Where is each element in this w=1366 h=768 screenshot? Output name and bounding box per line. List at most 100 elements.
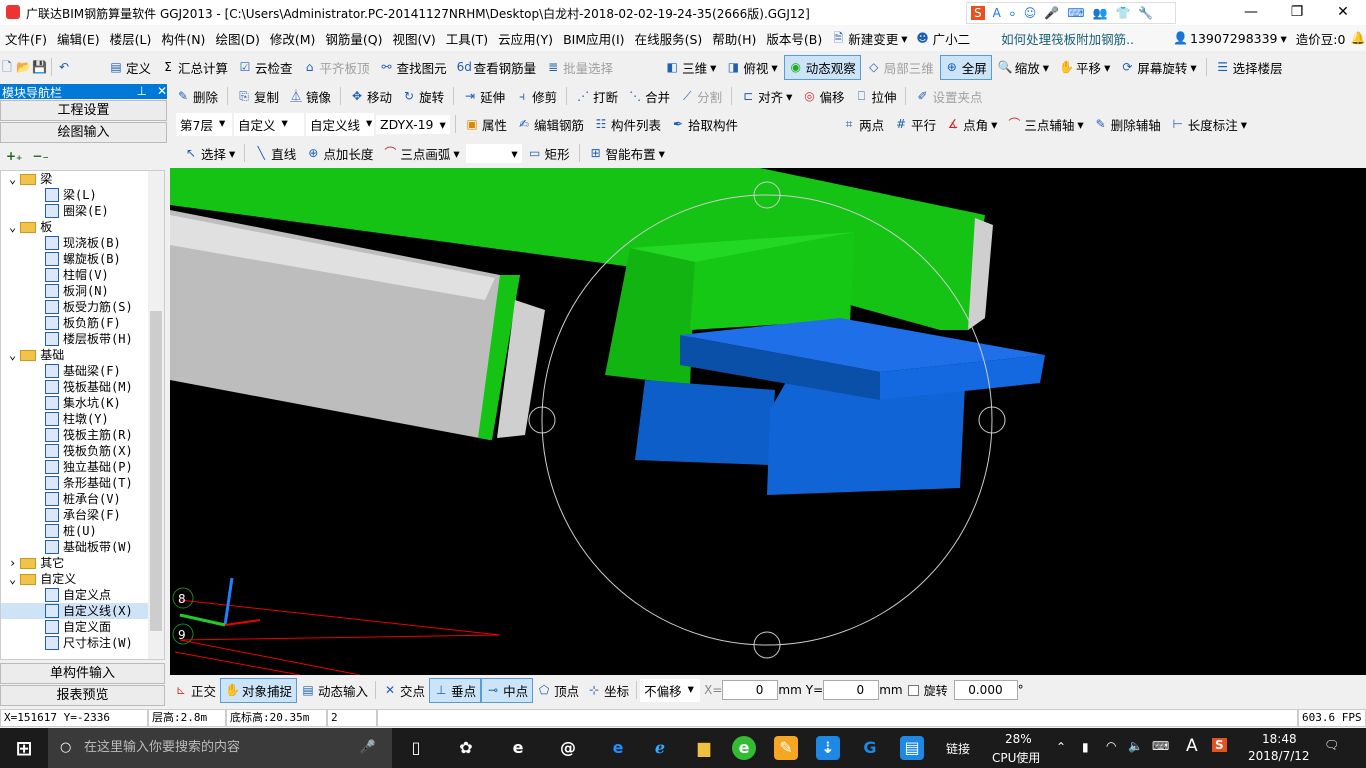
arc-option-select[interactable]: ▾ (465, 143, 522, 163)
tree-group[interactable]: ⌄ 自定义 (1, 571, 164, 587)
delete-axis-button[interactable]: ✎ 删除辅轴 (1090, 113, 1165, 136)
clock-time[interactable]: 18:48 (1262, 732, 1297, 746)
set-grip-button[interactable]: ✐ 设置夹点 (911, 85, 986, 108)
rectangle-button[interactable]: ▭ 矩形 (524, 142, 574, 165)
fan-app-icon[interactable]: ✿ (454, 736, 478, 760)
spiral-app-icon[interactable]: @ (556, 736, 580, 760)
tree-item[interactable]: 集水坑(K) (1, 395, 164, 411)
dynamic-view-button[interactable]: ◉ 动态观察 (783, 54, 861, 80)
links-toolbar[interactable]: 链接 (946, 740, 970, 757)
menu-cloud[interactable]: 云应用(Y) (493, 29, 558, 48)
edit-rebar-button[interactable]: ✍ 编辑钢筋 (513, 113, 588, 136)
maximize-button[interactable]: ❐ (1274, 0, 1320, 25)
menu-floor[interactable]: 楼层(L) (105, 29, 157, 48)
account-button[interactable]: 👤 13907298339 ▾ (1169, 29, 1291, 48)
tree-item[interactable]: 承台梁(F) (1, 507, 164, 523)
ortho-button[interactable]: ⊾ 正交 (170, 679, 220, 702)
tree-group[interactable]: › 其它 (1, 555, 164, 571)
merge-button[interactable]: ⋱ 合并 (624, 85, 674, 108)
navigator-close-icon[interactable]: ✕ (157, 84, 167, 98)
menu-rebar[interactable]: 钢筋量(Q) (320, 29, 387, 48)
select-floor-button[interactable]: ☰ 选择楼层 (1212, 56, 1287, 79)
menu-file[interactable]: 文件(F) (0, 29, 52, 48)
tree-item[interactable]: 板受力筋(S) (1, 299, 164, 315)
save-icon[interactable]: 💾 (32, 60, 47, 74)
edge-icon[interactable]: e (606, 736, 630, 760)
mirror-button[interactable]: ⏅ 镜像 (285, 85, 335, 108)
select-button[interactable]: ↖ 选择 ▾ (180, 142, 239, 165)
length-dim-button[interactable]: ⊢ 长度标注 ▾ (1167, 113, 1251, 136)
properties-button[interactable]: ▣ 属性 (461, 113, 511, 136)
local-3d-button[interactable]: ◇ 局部三维 (863, 56, 938, 79)
tree-item[interactable]: 现浇板(B) (1, 235, 164, 251)
break-button[interactable]: ⋰ 打断 (572, 85, 622, 108)
zoom-button[interactable]: 🔍 缩放 ▾ (994, 56, 1053, 79)
tree-item[interactable]: 桩(U) (1, 523, 164, 539)
chevron-down-icon[interactable]: ⌄ (9, 347, 16, 363)
perpendicular-snap[interactable]: ⊥ 垂点 (429, 677, 482, 703)
smart-layout-button[interactable]: ⊞ 智能布置 ▾ (585, 142, 669, 165)
line-button[interactable]: ╲ 直线 (250, 142, 300, 165)
menu-online[interactable]: 在线服务(S) (630, 29, 708, 48)
three-point-axis-button[interactable]: ⌒ 三点辅轴 ▾ (1003, 113, 1087, 136)
collapse-all-icon[interactable]: −₋ (32, 149, 48, 163)
y-input[interactable]: 0 (823, 680, 880, 700)
rotate-button[interactable]: ↻ 旋转 (398, 85, 448, 108)
stretch-button[interactable]: ⎕ 拉伸 (850, 85, 900, 108)
project-settings-button[interactable]: 工程设置 (0, 100, 167, 121)
chevron-right-icon[interactable]: › (9, 555, 16, 571)
tree-item[interactable]: 基础梁(F) (1, 363, 164, 379)
define-button[interactable]: ▤ 定义 (105, 56, 155, 79)
tree-item[interactable]: 自定义点 (1, 587, 164, 603)
tree-item[interactable]: 板洞(N) (1, 283, 164, 299)
tray-chevron-icon[interactable]: ⌃ (1056, 740, 1066, 754)
glodon-g-icon[interactable]: G (858, 736, 882, 760)
point-length-button[interactable]: ⊕ 点加长度 (302, 142, 377, 165)
tree-item[interactable]: 自定义面 (1, 619, 164, 635)
object-snap-button[interactable]: ✋ 对象捕捉 (220, 677, 298, 703)
tree-group[interactable]: ⌄ 基础 (1, 347, 164, 363)
move-button[interactable]: ✥ 移动 (346, 85, 396, 108)
rotate-input[interactable]: 0.000 (953, 680, 1018, 700)
tree-item[interactable]: 筏板负筋(X) (1, 443, 164, 459)
ime-toolbar[interactable]: S A ⸰ ☺ 🎤 ⌨ 👥 👕 🔧 (966, 2, 1176, 24)
close-button[interactable]: ✕ (1320, 0, 1366, 25)
ggj-app-icon[interactable]: ⇣ (816, 736, 840, 760)
cloud-check-button[interactable]: ☑ 云检查 (234, 56, 297, 79)
tree-item[interactable]: 基础板带(W) (1, 539, 164, 555)
tree-item[interactable]: 条形基础(T) (1, 475, 164, 491)
green-browser-icon[interactable]: e (732, 736, 756, 760)
category-select[interactable]: 自定义 ▾ (234, 112, 304, 136)
point-angle-button[interactable]: ∡ 点角 ▾ (942, 113, 1001, 136)
expand-all-icon[interactable]: +₊ (6, 149, 22, 163)
arc-button[interactable]: ⌒ 三点画弧 ▾ (379, 142, 463, 165)
align-button[interactable]: ⊏ 对齐 ▾ (737, 85, 796, 108)
menu-component[interactable]: 构件(N) (156, 29, 210, 48)
chevron-down-icon[interactable]: ⌄ (9, 219, 16, 235)
delete-button[interactable]: ✎ 删除 (172, 85, 222, 108)
offset-button[interactable]: ◎ 偏移 (798, 85, 848, 108)
tree-item[interactable]: 楼层板带(H) (1, 331, 164, 347)
3d-viewport[interactable]: 8 9 (170, 168, 1366, 676)
notes-app-icon[interactable]: ✎ (774, 736, 798, 760)
view-3d-button[interactable]: ◧ 三维 ▾ (661, 56, 720, 79)
undo-icon[interactable]: ↶ (57, 60, 71, 74)
rotate-screen-button[interactable]: ⟳ 屏幕旋转 ▾ (1116, 56, 1200, 79)
floor-select[interactable]: 第7层 ▾ (176, 112, 232, 136)
tree-item[interactable]: 柱墩(Y) (1, 411, 164, 427)
midpoint-snap[interactable]: ⊸ 中点 (481, 677, 534, 703)
x-input[interactable]: 0 (722, 680, 779, 700)
menu-version[interactable]: 版本号(B) (761, 29, 827, 48)
tree-item[interactable]: 筏板基础(M) (1, 379, 164, 395)
chevron-down-icon[interactable]: ⌄ (9, 171, 16, 187)
assistant-button[interactable]: ☻ 广小二 (912, 27, 975, 50)
single-input-button[interactable]: 单构件输入 (0, 663, 165, 684)
dynamic-input-button[interactable]: ▤ 动态输入 (297, 679, 372, 702)
new-change-button[interactable]: 🗎 新建变更 ▾ (827, 27, 911, 50)
menu-edit[interactable]: 编辑(E) (52, 29, 105, 48)
ie-old-icon[interactable]: e (506, 736, 530, 760)
tree-item[interactable]: 筏板主筋(R) (1, 427, 164, 443)
menu-view[interactable]: 视图(V) (387, 29, 440, 48)
clock-date[interactable]: 2018/7/12 (1248, 749, 1310, 763)
fullscreen-button[interactable]: ⊕ 全屏 (939, 54, 992, 80)
